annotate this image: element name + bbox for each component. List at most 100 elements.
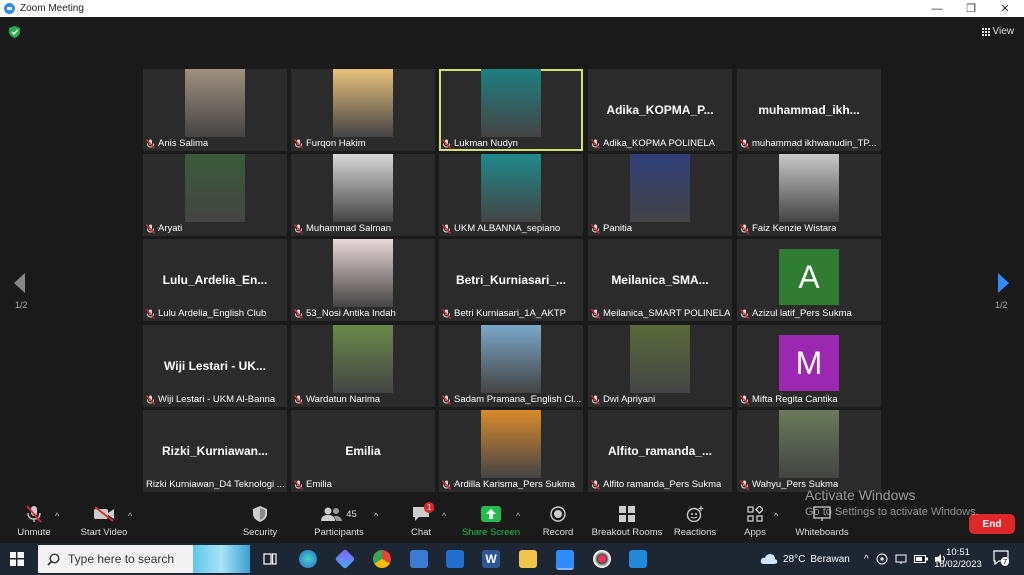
participant-video	[481, 325, 541, 393]
participant-tile[interactable]: Sadam Pramana_English Cl...	[439, 325, 583, 407]
breakout-rooms-label: Breakout Rooms	[591, 527, 663, 538]
participant-tile[interactable]: Anis Salima	[143, 69, 287, 151]
participants-caret-icon[interactable]: ^	[374, 511, 378, 521]
location-icon[interactable]	[876, 553, 888, 565]
participant-tile[interactable]: 53_Nosi Antika Indah	[291, 239, 435, 321]
notification-center-button[interactable]: 7	[993, 550, 1011, 568]
participant-tile[interactable]: Rizki_Kurniawan... Rizki Kurniawan_D4 Tek…	[143, 410, 287, 492]
mail-app-icon[interactable]	[446, 550, 464, 568]
previous-page-arrow-icon[interactable]	[12, 272, 28, 294]
participant-tile[interactable]: Lulu_Ardelia_En... Lulu Ardelia_English C…	[143, 239, 287, 321]
participant-display-name: Rizki_Kurniawan...	[161, 444, 269, 458]
muted-mic-icon	[740, 479, 749, 490]
notification-count: 7	[1001, 557, 1010, 566]
close-button[interactable]: ✕	[988, 0, 1022, 17]
video-off-icon	[94, 506, 114, 522]
apps-label: Apps	[744, 527, 766, 538]
participant-tile[interactable]: Dwi Apriyani	[588, 325, 732, 407]
media-player-icon[interactable]	[593, 550, 611, 568]
participant-tile[interactable]: Alfito_ramanda_... Alfito ramanda_Pers Su…	[588, 410, 732, 492]
security-button[interactable]: Security	[220, 505, 300, 538]
muted-mic-icon	[294, 308, 303, 319]
minimize-button[interactable]: —	[920, 0, 954, 17]
participant-video	[630, 154, 690, 222]
participant-tile[interactable]: Muhammad Salman	[291, 154, 435, 236]
chrome-browser-icon[interactable]	[373, 550, 391, 568]
word-app-icon[interactable]: W	[482, 550, 500, 568]
participant-name-label: Lukman Nudyn	[442, 137, 518, 150]
restore-button[interactable]: ❐	[954, 0, 988, 17]
next-page-arrow-icon[interactable]	[995, 272, 1011, 294]
microsoft-store-icon[interactable]	[410, 550, 428, 568]
participant-video	[481, 69, 541, 137]
meeting-toolbar: Unmute ^ Start Video ^ Security 45 Parti…	[0, 497, 1024, 543]
unmute-button[interactable]: Unmute	[0, 505, 74, 538]
participant-name-label: Panitia	[591, 222, 632, 235]
participant-tile[interactable]: Ardilla Karisma_Pers Sukma	[439, 410, 583, 492]
battery-icon[interactable]	[913, 555, 928, 563]
muted-mic-icon	[740, 138, 749, 149]
show-hidden-icons-chevron-icon[interactable]: ^	[864, 554, 869, 565]
encryption-shield-icon[interactable]	[9, 26, 20, 38]
participant-tile[interactable]: UKM ALBANNA_sepiano	[439, 154, 583, 236]
network-icon[interactable]	[895, 554, 907, 564]
participant-tile[interactable]: muhammad_ikh... muhammad ikhwanudin_TP...	[737, 69, 881, 151]
participant-name: Panitia	[603, 223, 633, 234]
edge-browser-icon[interactable]	[299, 550, 317, 568]
participant-name-label: Meilanica_SMART POLINELA	[591, 307, 730, 320]
taskbar-search-box[interactable]: Type here to search	[38, 545, 250, 573]
page-indicator-left: 1/2	[15, 300, 28, 310]
windows-start-icon[interactable]	[10, 552, 24, 566]
participant-tile[interactable]: Betri_Kurniasari_... Betri Kurniasari_1A_…	[439, 239, 583, 321]
apps-caret-icon[interactable]: ^	[774, 511, 778, 521]
participant-tile[interactable]: Meilanica_SMA... Meilanica_SMART POLINELA	[588, 239, 732, 321]
participant-tile[interactable]: A Azizul latif_Pers Sukma	[737, 239, 881, 321]
video-options-caret-icon[interactable]: ^	[128, 511, 132, 521]
clock[interactable]: 10:51 18/02/2023	[932, 547, 984, 571]
participant-name: Sadam Pramana_English Cl...	[454, 394, 582, 405]
participant-tile[interactable]: Aryati	[143, 154, 287, 236]
participant-display-name: Wiji Lestari - UK...	[164, 359, 266, 373]
participant-tile[interactable]: Panitia	[588, 154, 732, 236]
participant-tile[interactable]: Wahyu_Pers Sukma	[737, 410, 881, 492]
participant-video	[333, 154, 393, 222]
zoom-taskbar-icon[interactable]	[556, 550, 574, 570]
video-editor-icon[interactable]	[629, 550, 647, 568]
participant-name: Emilia	[306, 479, 332, 490]
participant-name-label: Betri Kurniasari_1A_AKTP	[442, 307, 566, 320]
weather-description: Berawan	[810, 553, 850, 565]
participant-name: Faiz Kenzie Wistara	[752, 223, 837, 234]
task-view-icon[interactable]	[263, 552, 277, 566]
participant-name-label: Dwi Apriyani	[591, 393, 655, 406]
search-highlight-image	[193, 545, 250, 573]
participant-name-label: Alfito ramanda_Pers Sukma	[591, 478, 721, 491]
participants-button[interactable]: 45 Participants	[299, 505, 379, 538]
participant-tile[interactable]: Emilia Emilia	[291, 410, 435, 492]
copilot-app-icon[interactable]	[334, 548, 356, 570]
participant-name-label: Aryati	[146, 222, 182, 235]
record-button[interactable]: Record	[518, 505, 598, 538]
participant-tile[interactable]: Furqon Hakim	[291, 69, 435, 151]
participant-display-name: Betri_Kurniasari_...	[455, 273, 567, 287]
start-video-button[interactable]: Start Video	[64, 505, 144, 538]
participant-tile[interactable]: M Mifta Regita Cantika	[737, 325, 881, 407]
breakout-rooms-icon	[619, 506, 635, 522]
file-explorer-icon[interactable]	[519, 550, 537, 568]
chat-button[interactable]: 1 Chat	[381, 502, 461, 538]
participant-video	[333, 239, 393, 307]
participant-tile[interactable]: Faiz Kenzie Wistara	[737, 154, 881, 236]
participant-tile[interactable]: Lukman Nudyn	[439, 69, 583, 151]
audio-options-caret-icon[interactable]: ^	[55, 511, 59, 521]
participant-name-label: Mifta Regita Cantika	[740, 393, 838, 406]
participant-tile[interactable]: Wardatun Narima	[291, 325, 435, 407]
weather-temperature: 28°C	[783, 553, 806, 565]
participant-name: Betri Kurniasari_1A_AKTP	[454, 308, 566, 319]
participant-avatar: A	[779, 249, 839, 305]
view-button[interactable]: View	[981, 26, 1014, 37]
participant-tile[interactable]: Adika_KOPMA_P... Adika_KOPMA POLINELA	[588, 69, 732, 151]
participant-tile[interactable]: Wiji Lestari - UK... Wiji Lestari - UKM A…	[143, 325, 287, 407]
weather-widget[interactable]: 28°C Berawan	[760, 543, 850, 575]
chat-caret-icon[interactable]: ^	[442, 511, 446, 521]
participant-name: Anis Salima	[158, 138, 209, 149]
participant-name-label: Adika_KOPMA POLINELA	[591, 137, 715, 150]
